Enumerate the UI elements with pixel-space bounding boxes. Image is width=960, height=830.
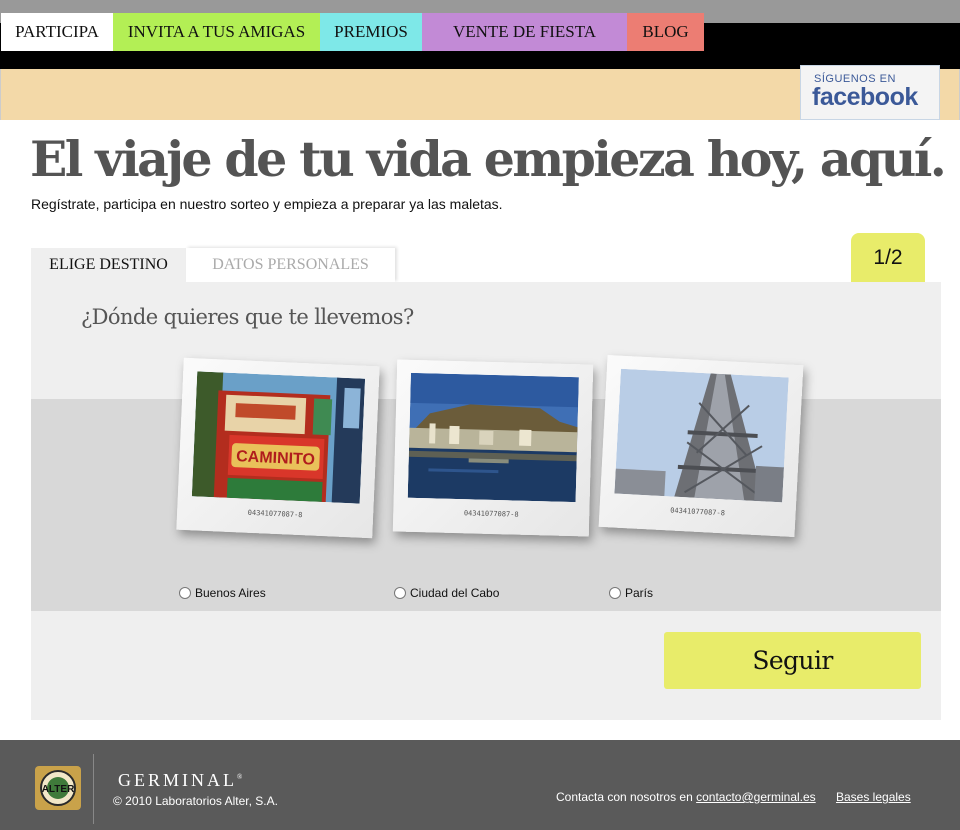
destination-label: Ciudad del Cabo — [410, 586, 500, 600]
contact-email-link[interactable]: contacto@germinal.es — [696, 790, 816, 804]
destination-option-ciudad-del-cabo[interactable]: Ciudad del Cabo — [394, 586, 499, 600]
radio-ciudad-del-cabo[interactable] — [394, 587, 406, 599]
facebook-follow-button[interactable]: SÍGUENOS EN facebook — [800, 65, 940, 120]
step-tab-label: ELIGE DESTINO — [49, 256, 168, 273]
caminito-illustration: CAMINITO — [191, 371, 366, 504]
copyright-text: © 2010 Laboratorios Alter, S.A. — [113, 794, 278, 808]
continue-button[interactable]: Seguir — [664, 632, 921, 689]
destination-photo-paris[interactable]: 04341077087-8 — [598, 354, 804, 538]
destination-option-paris[interactable]: París — [609, 586, 653, 600]
destination-question: ¿Dónde quieres que te llevemos? — [81, 305, 414, 329]
alter-logo-icon: ALTER — [35, 766, 81, 810]
tab-blog[interactable]: BLOG — [627, 13, 704, 51]
step-tab-label: DATOS PERSONALES — [212, 256, 369, 273]
tab-participa[interactable]: PARTICIPA — [1, 13, 113, 51]
page: GERMINAL® PARTICIPA INVITA A TUS AMIGAS … — [0, 0, 960, 830]
step-counter: 1/2 — [851, 233, 925, 282]
contact-prefix: Contacta con nosotros en — [556, 790, 693, 804]
page-subtitle: Regístrate, participa en nuestro sorteo … — [31, 196, 503, 212]
tab-label: BLOG — [642, 22, 689, 41]
radio-paris[interactable] — [609, 587, 621, 599]
legal-link[interactable]: Bases legales — [836, 790, 911, 804]
page-title: El viaje de tu vida empieza hoy, aquí. — [30, 130, 947, 188]
step-tab-datos-personales[interactable]: DATOS PERSONALES — [186, 248, 395, 282]
photo-serial: 04341077087-8 — [247, 508, 303, 520]
destination-option-buenos-aires[interactable]: Buenos Aires — [179, 586, 266, 600]
tab-vente-de-fiesta[interactable]: VENTE DE FIESTA — [422, 13, 627, 51]
tab-label: PARTICIPA — [15, 22, 99, 41]
tab-premios[interactable]: PREMIOS — [320, 13, 422, 51]
alter-logo: ALTER — [35, 766, 81, 810]
tab-invita-amigas[interactable]: INVITA A TUS AMIGAS — [113, 13, 320, 51]
destination-photo-ciudad-del-cabo[interactable]: 04341077087-8 — [392, 359, 594, 537]
footer-brand-logo: GERMINAL® — [118, 770, 243, 790]
svg-text:ALTER: ALTER — [42, 784, 75, 795]
tab-label: INVITA A TUS AMIGAS — [127, 22, 306, 41]
destination-label: Buenos Aires — [195, 586, 266, 600]
destination-label: París — [625, 586, 654, 600]
buenos-aires-photo: CAMINITO — [191, 371, 366, 504]
cape-town-illustration — [407, 372, 579, 503]
footer-divider — [93, 754, 94, 824]
cape-town-photo — [407, 372, 579, 503]
radio-buenos-aires[interactable] — [179, 587, 191, 599]
photo-serial: 04341077087-8 — [463, 509, 519, 519]
photo-serial: 04341077087-8 — [669, 506, 726, 518]
tab-label: PREMIOS — [334, 22, 408, 41]
facebook-logo: facebook — [812, 83, 918, 111]
tab-label: VENTE DE FIESTA — [452, 22, 597, 41]
paris-photo — [614, 368, 789, 503]
svg-text:CAMINITO: CAMINITO — [236, 448, 315, 468]
eiffel-tower-illustration — [614, 368, 789, 503]
step-tab-elige-destino[interactable]: ELIGE DESTINO — [31, 248, 186, 282]
destination-photo-buenos-aires[interactable]: CAMINITO 04341077087-8 — [176, 357, 380, 539]
contact-text: Contacta con nosotros en contacto@germin… — [556, 790, 816, 804]
